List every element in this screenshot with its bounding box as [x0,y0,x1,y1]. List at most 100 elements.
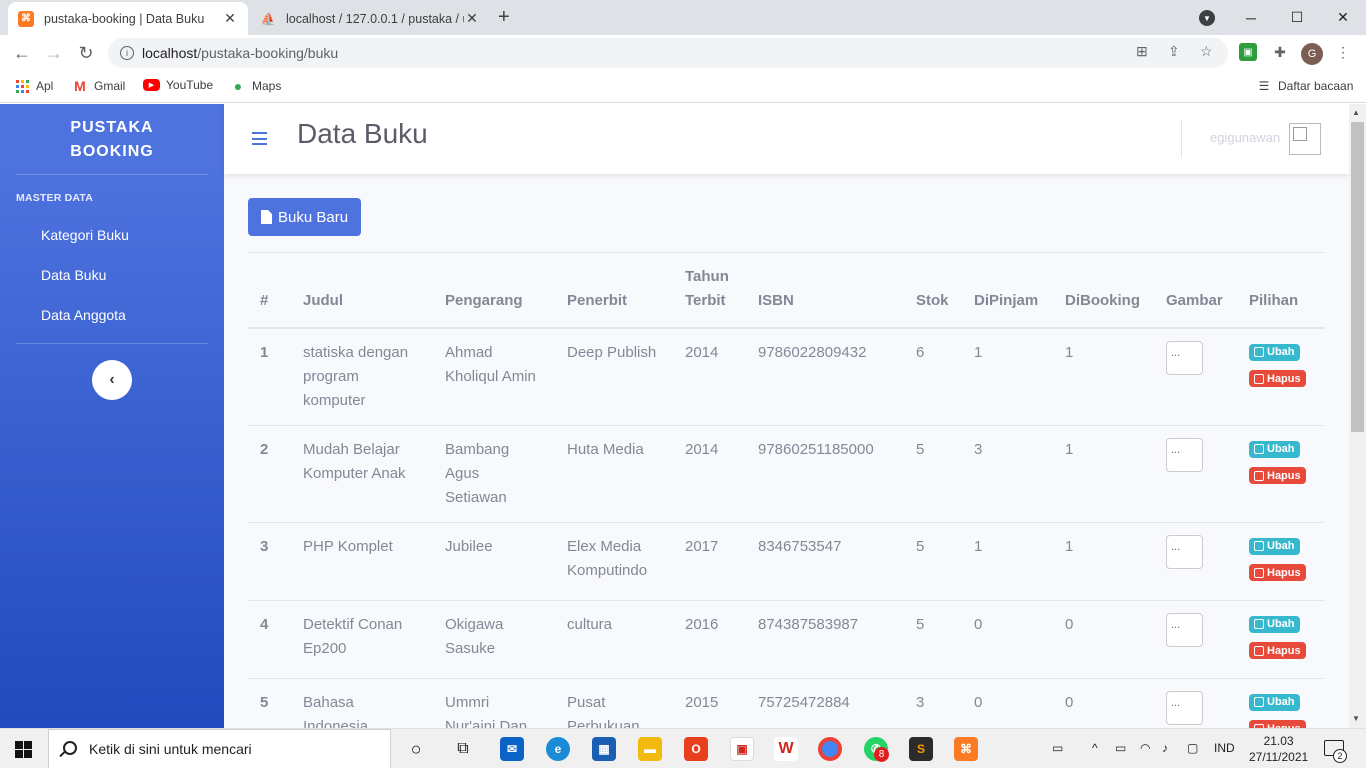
delete-button[interactable]: Hapus [1249,720,1306,728]
cell-gambar: ... [1154,522,1237,601]
store-icon[interactable]: ▦ [592,737,616,761]
maximize-icon[interactable]: ☐ [1274,0,1320,35]
edge-icon[interactable]: e [546,737,570,761]
sidebar: PUSTAKA BOOKING MASTER DATA Kategori Buk… [0,104,224,728]
trash-icon [1254,373,1264,384]
notification-count: 2 [1333,749,1347,763]
cortana-icon[interactable]: ○ [404,737,428,761]
extensions-puzzle-icon[interactable]: ✚ [1271,43,1289,61]
share-icon[interactable]: ⇪ [1168,43,1180,60]
edit-button[interactable]: Ubah [1249,537,1300,555]
back-icon[interactable]: ← [10,41,34,65]
cell-pilihan: Ubah Hapus [1237,600,1325,679]
cell-pilihan: Ubah Hapus [1237,678,1325,728]
col-header-pilihan: Pilihan [1237,252,1325,329]
table-header-row: # Judul Pengarang Penerbit Tahun Terbit … [248,252,1325,329]
tray-overflow-icon[interactable]: ^ [1092,741,1098,755]
cell-tahun: 2014 [673,327,746,426]
bookmark-star-icon[interactable]: ☆ [1200,43,1213,60]
new-tab-icon[interactable]: + [498,6,510,29]
more-menu-icon[interactable]: ⋮ [1334,43,1352,61]
page-scrollbar[interactable]: ▲ ▼ [1349,104,1366,728]
meet-icon[interactable]: ▢ [1187,741,1198,755]
edit-button[interactable]: Ubah [1249,343,1300,361]
wifi-icon[interactable]: ◠ [1140,741,1150,755]
close-window-icon[interactable]: ✕ [1320,0,1366,35]
battery-icon[interactable]: ▭ [1115,741,1126,755]
scroll-thumb[interactable] [1351,122,1364,432]
cell-no: 2 [248,425,291,523]
gift-icon[interactable]: ▣ [730,737,754,761]
reading-list[interactable]: ☰ Daftar bacaan [1256,78,1354,94]
sidebar-item-data-buku[interactable]: Data Buku [41,267,106,283]
close-tab-icon[interactable]: ✕ [464,10,480,27]
cell-isbn: 75725472884 [746,678,904,728]
tab-title: pustaka-booking | Data Buku [44,11,205,26]
translate-icon[interactable]: ⊞ [1136,43,1148,60]
cell-stok: 3 [904,678,962,728]
delete-button[interactable]: Hapus [1249,370,1306,387]
task-view-icon[interactable]: ⧉ [451,737,475,761]
cell-pilihan: Ubah Hapus [1237,522,1325,601]
system-clock[interactable]: 21.03 27/11/2021 [1249,733,1308,765]
minimize-icon[interactable]: ─ [1228,0,1274,35]
reload-icon[interactable]: ↻ [74,41,98,65]
xampp-icon[interactable]: ⌘ [954,737,978,761]
cell-penerbit: Deep Publish [555,327,673,426]
office-icon[interactable]: O [684,737,708,761]
col-header-pengarang: Pengarang [433,252,555,329]
bookmark-gmail[interactable]: M Gmail [72,78,125,94]
sidebar-item-data-anggota[interactable]: Data Anggota [41,307,126,323]
edit-button[interactable]: Ubah [1249,440,1300,458]
cell-isbn: 97860251185000 [746,425,904,523]
tab-pustaka-booking[interactable]: ⌘ pustaka-booking | Data Buku ✕ [8,2,248,35]
user-name[interactable]: egigunawan [1210,130,1280,145]
language-indicator[interactable]: IND [1214,741,1235,755]
browser-toolbar: ← → ↻ i localhost/pustaka-booking/buku ⊞… [0,35,1366,71]
sidebar-item-kategori-buku[interactable]: Kategori Buku [41,227,129,243]
menu-hamburger-icon[interactable] [252,132,267,149]
delete-button[interactable]: Hapus [1249,642,1306,659]
cell-stok: 6 [904,327,962,426]
bookmark-label: Gmail [94,79,126,93]
bookmark-youtube[interactable]: ▶ YouTube [143,78,213,92]
sublime-text-icon[interactable]: S [909,737,933,761]
sidebar-toggle-button[interactable]: ‹ [92,360,132,400]
mail-icon[interactable]: ✉ [500,737,524,761]
address-bar[interactable]: i localhost/pustaka-booking/buku [108,38,1228,68]
delete-button[interactable]: Hapus [1249,564,1306,581]
scroll-down-icon[interactable]: ▼ [1352,714,1360,723]
cell-isbn: 9786022809432 [746,327,904,426]
sidebar-brand[interactable]: PUSTAKA BOOKING [0,116,224,164]
forward-icon[interactable]: → [42,41,66,65]
cell-pengarang: Okigawa Sasuke [433,600,555,679]
screen-icon[interactable]: ▭ [1052,741,1063,755]
close-tab-icon[interactable]: ✕ [222,10,238,27]
delete-button[interactable]: Hapus [1249,467,1306,484]
bookmark-maps[interactable]: ● Maps [230,78,282,94]
books-table: # Judul Pengarang Penerbit Tahun Terbit … [248,252,1325,728]
edit-button[interactable]: Ubah [1249,615,1300,633]
tab-search-icon[interactable]: ▼ [1199,10,1215,26]
taskbar-search-box[interactable]: Ketik di sini untuk mencari [48,729,391,768]
volume-icon[interactable]: ♪ [1162,741,1168,755]
user-avatar[interactable] [1289,123,1321,155]
chrome-icon[interactable] [818,737,842,761]
profile-avatar[interactable]: G [1301,43,1323,65]
cell-tahun: 2017 [673,522,746,601]
windows-start-icon[interactable] [15,741,32,758]
table-row: 4 Detektif Conan Ep200 Okigawa Sasuke cultu… [248,600,1325,679]
file-explorer-icon[interactable]: ▬ [638,737,662,761]
bookmark-apps[interactable]: Apl [14,78,53,94]
site-info-icon[interactable]: i [120,46,134,60]
wps-icon[interactable]: W [774,737,798,761]
maps-pin-icon: ● [233,78,243,94]
tab-phpmyadmin[interactable]: ⛵ localhost / 127.0.0.1 / pustaka / u ✕ [250,2,490,35]
page-title: Data Buku [297,118,428,149]
edit-button[interactable]: Ubah [1249,693,1300,711]
edit-button-label: Ubah [1267,618,1295,630]
extension-icon[interactable]: ▣ [1239,43,1257,61]
scroll-up-icon[interactable]: ▲ [1352,108,1360,117]
apps-grid-icon [14,78,30,94]
add-book-button[interactable]: Buku Baru [248,198,362,236]
